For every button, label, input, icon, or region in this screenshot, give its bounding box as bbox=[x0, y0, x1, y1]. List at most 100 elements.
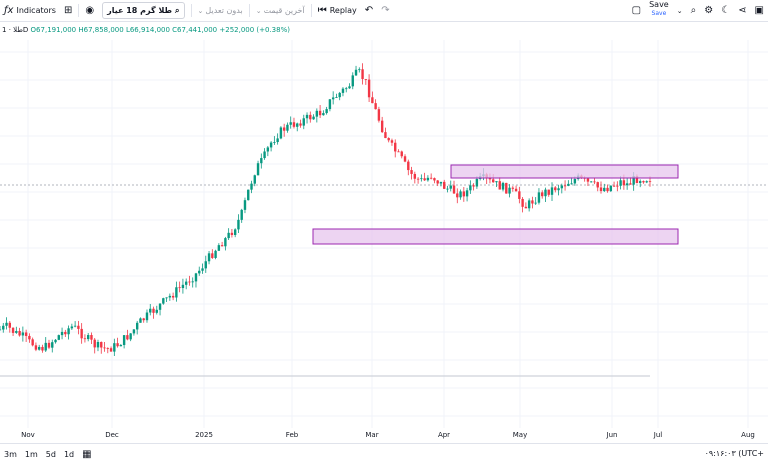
candle bbox=[15, 326, 18, 334]
candle bbox=[384, 127, 387, 139]
candle bbox=[256, 160, 260, 176]
candle bbox=[296, 122, 299, 132]
candle bbox=[184, 278, 188, 290]
candle bbox=[465, 187, 469, 202]
range-1d[interactable]: 1d bbox=[64, 450, 74, 459]
candle bbox=[41, 344, 44, 353]
candle bbox=[315, 108, 319, 123]
legend-close: C67,441,000 bbox=[172, 26, 218, 34]
range-3m[interactable]: 3m bbox=[4, 450, 17, 459]
candle bbox=[266, 145, 270, 157]
undo-button[interactable]: ↶ bbox=[361, 0, 377, 21]
templates-button[interactable]: ⊞ bbox=[60, 0, 76, 21]
candle bbox=[126, 329, 129, 341]
chevron-down-icon: ⌄ bbox=[197, 6, 204, 15]
range-5d[interactable]: 5d bbox=[46, 450, 56, 459]
candle bbox=[191, 277, 194, 288]
candle bbox=[374, 99, 377, 110]
candle bbox=[2, 322, 5, 333]
save-button[interactable]: Save Save bbox=[645, 0, 673, 21]
layout-button[interactable]: ▢ bbox=[628, 0, 645, 21]
symbol-label: طلا گرم 18 عیار bbox=[107, 6, 173, 15]
candle bbox=[348, 83, 351, 89]
candle bbox=[132, 329, 136, 336]
candle bbox=[410, 166, 413, 180]
price-chart[interactable] bbox=[0, 40, 768, 428]
time-axis[interactable]: Nov Dec 2025 Feb Mar Apr May Jun Jul Aug bbox=[0, 428, 768, 442]
candle bbox=[67, 325, 70, 340]
legend-change: +252,000 (+0.38%) bbox=[219, 26, 290, 34]
candle bbox=[534, 197, 537, 205]
candle bbox=[557, 184, 560, 196]
candle bbox=[149, 303, 152, 316]
candle bbox=[269, 141, 273, 152]
visibility-button[interactable]: ◉ bbox=[81, 0, 98, 21]
candle bbox=[609, 185, 613, 192]
candle bbox=[263, 148, 266, 160]
redo-button[interactable]: ↷ bbox=[377, 0, 393, 21]
snapshot-button[interactable]: ▣ bbox=[751, 0, 768, 21]
candle bbox=[103, 342, 106, 352]
quick-search-button[interactable]: ⌕ bbox=[687, 0, 701, 21]
candle bbox=[227, 228, 230, 241]
candle bbox=[547, 189, 550, 197]
range-1m[interactable]: 1m bbox=[25, 450, 38, 459]
save-label: Save bbox=[649, 0, 669, 9]
adjustment-dropdown[interactable]: ⌄ بدون تعدیل bbox=[194, 0, 247, 21]
candle bbox=[106, 347, 109, 354]
candle bbox=[44, 337, 47, 352]
axis-label-may: May bbox=[512, 431, 528, 439]
calendar-icon[interactable]: ▦ bbox=[82, 449, 91, 460]
redo-icon: ↷ bbox=[381, 4, 390, 16]
candle bbox=[8, 321, 11, 333]
share-button[interactable]: ⋖ bbox=[734, 0, 750, 21]
candle bbox=[612, 181, 616, 187]
save-sub-label: Save bbox=[651, 10, 667, 17]
candle bbox=[178, 281, 181, 293]
candle bbox=[639, 179, 642, 188]
candle bbox=[207, 251, 211, 265]
candle bbox=[527, 198, 531, 212]
symbol-search[interactable]: طلا گرم 18 عیار ⌕ bbox=[98, 0, 188, 21]
candle bbox=[472, 183, 475, 191]
save-options-button[interactable]: ⌄ bbox=[673, 0, 687, 21]
candle bbox=[596, 181, 599, 192]
candle bbox=[377, 106, 381, 123]
axis-label-nov: Nov bbox=[21, 431, 35, 439]
candle bbox=[501, 181, 505, 192]
candle bbox=[93, 337, 96, 354]
candle bbox=[524, 202, 528, 209]
candle bbox=[394, 139, 397, 158]
chevron-down-icon: ⌄ bbox=[255, 6, 262, 15]
candle bbox=[194, 272, 198, 288]
candle bbox=[233, 228, 237, 238]
candle bbox=[83, 334, 87, 343]
candle bbox=[312, 114, 315, 120]
eye-icon: ◉ bbox=[85, 4, 95, 16]
candle bbox=[446, 185, 449, 193]
symbol-box[interactable]: طلا گرم 18 عیار ⌕ bbox=[102, 2, 185, 19]
candle bbox=[220, 241, 224, 247]
candle bbox=[554, 186, 557, 193]
candle bbox=[214, 249, 217, 260]
legend-open: O67,191,000 bbox=[30, 26, 77, 34]
candle bbox=[129, 333, 132, 342]
theme-button[interactable]: ☾ bbox=[717, 0, 734, 21]
candle bbox=[286, 122, 289, 133]
candle bbox=[305, 112, 309, 124]
indicators-button[interactable]: ƒx Indicators bbox=[0, 0, 60, 21]
legend-low: L66,914,000 bbox=[125, 26, 170, 34]
price-type-dropdown[interactable]: ⌄ آخرین قیمت bbox=[252, 0, 309, 21]
divider bbox=[190, 4, 192, 17]
axis-label-2025: 2025 bbox=[195, 431, 213, 439]
candle bbox=[616, 181, 619, 192]
candle bbox=[456, 188, 459, 204]
candle bbox=[243, 197, 247, 214]
candle bbox=[495, 181, 498, 187]
candle bbox=[439, 181, 443, 187]
replay-button[interactable]: ⏮ Replay bbox=[314, 0, 361, 21]
settings-button[interactable]: ⚙ bbox=[700, 0, 717, 21]
candle bbox=[211, 249, 214, 259]
candle bbox=[34, 342, 38, 352]
candle bbox=[423, 172, 426, 181]
